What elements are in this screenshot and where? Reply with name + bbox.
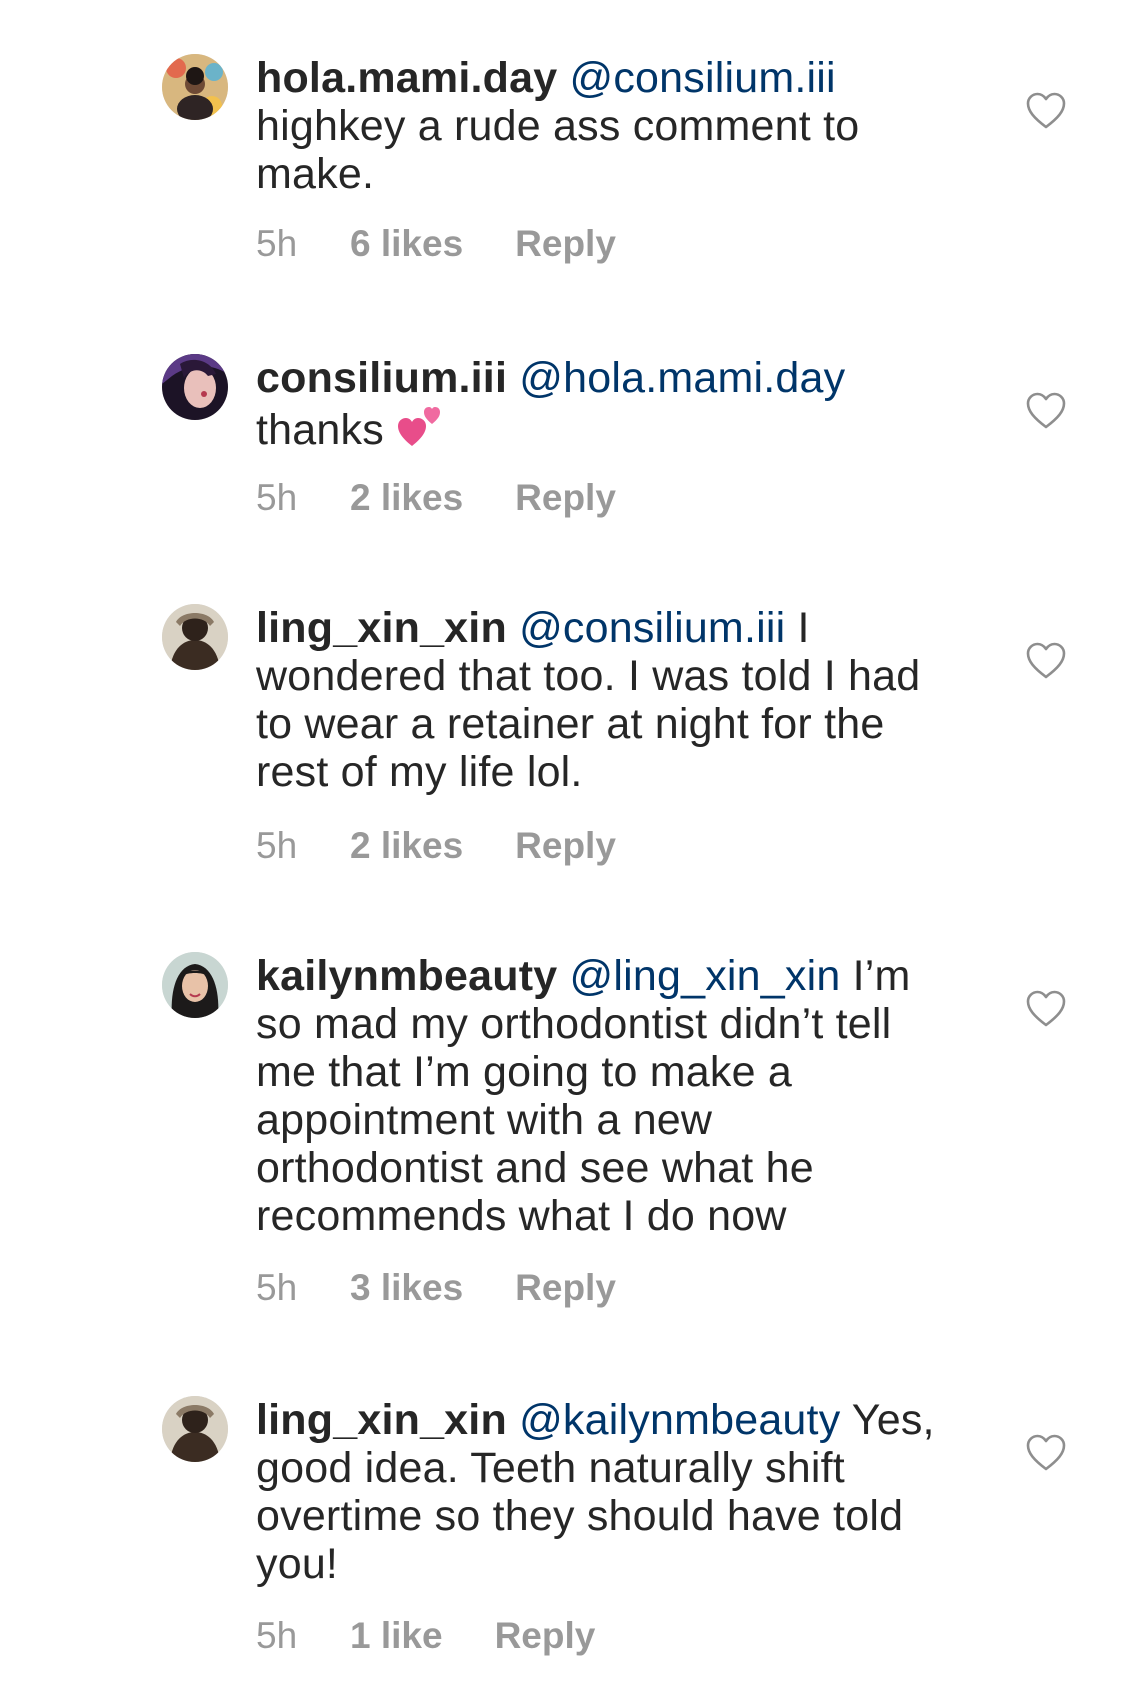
comment-time: 5h bbox=[256, 825, 298, 866]
comment-likes[interactable]: 6 likes bbox=[350, 222, 463, 266]
avatar-image bbox=[162, 1396, 228, 1462]
avatar[interactable] bbox=[162, 1396, 228, 1462]
comment-meta: 5h 2 likes Reply bbox=[256, 824, 616, 868]
reply-button[interactable]: Reply bbox=[515, 824, 616, 868]
comment-username[interactable]: ling_xin_xin bbox=[256, 1396, 507, 1444]
comment-time: 5h bbox=[256, 1267, 298, 1308]
comment-meta: 5h 3 likes Reply bbox=[256, 1266, 616, 1310]
comment-meta: 5h 6 likes Reply bbox=[256, 222, 616, 266]
avatar[interactable] bbox=[162, 354, 228, 420]
comment-body: kailynmbeauty @ling_xin_xin I’m so mad m… bbox=[256, 952, 946, 1240]
avatar-image bbox=[162, 354, 228, 420]
comment-mention[interactable]: @consilium.iii bbox=[519, 604, 785, 652]
comment-username[interactable]: kailynmbeauty bbox=[256, 952, 557, 1000]
heart-outline-icon[interactable] bbox=[1026, 392, 1066, 430]
comment-username[interactable]: ling_xin_xin bbox=[256, 604, 507, 652]
heart-outline-icon[interactable] bbox=[1026, 1434, 1066, 1472]
comment-text: thanks bbox=[256, 406, 384, 454]
comment-body: ling_xin_xin @consilium.iii I wondered t… bbox=[256, 604, 946, 796]
comment-body: consilium.iii @hola.mami.day thanks bbox=[256, 354, 946, 454]
heart-outline-icon[interactable] bbox=[1026, 92, 1066, 130]
heart-outline-icon[interactable] bbox=[1026, 642, 1066, 680]
comment-time: 5h bbox=[256, 477, 298, 518]
comment-mention[interactable]: @hola.mami.day bbox=[519, 354, 845, 402]
comment-time: 5h bbox=[256, 223, 298, 264]
comment-body: hola.mami.day @consilium.iii highkey a r… bbox=[256, 54, 946, 198]
reply-button[interactable]: Reply bbox=[515, 222, 616, 266]
two-hearts-icon bbox=[398, 407, 441, 446]
heart-outline-icon[interactable] bbox=[1026, 990, 1066, 1028]
comment-meta: 5h 2 likes Reply bbox=[256, 476, 616, 520]
avatar-image bbox=[162, 604, 228, 670]
comment-mention[interactable]: @kailynmbeauty bbox=[519, 1396, 840, 1444]
avatar[interactable] bbox=[162, 604, 228, 670]
comment-username[interactable]: hola.mami.day bbox=[256, 54, 557, 102]
comment-mention[interactable]: @ling_xin_xin bbox=[570, 952, 841, 1000]
comment-text: highkey a rude ass comment to make. bbox=[256, 102, 860, 198]
comment-body: ling_xin_xin @kailynmbeauty Yes, good id… bbox=[256, 1396, 946, 1588]
comment-likes[interactable]: 3 likes bbox=[350, 1266, 463, 1310]
reply-button[interactable]: Reply bbox=[515, 476, 616, 520]
comment-meta: 5h 1 like Reply bbox=[256, 1614, 595, 1658]
comment-username[interactable]: consilium.iii bbox=[256, 354, 507, 402]
avatar[interactable] bbox=[162, 54, 228, 120]
comment-likes[interactable]: 1 like bbox=[350, 1614, 443, 1658]
reply-button[interactable]: Reply bbox=[515, 1266, 616, 1310]
reply-button[interactable]: Reply bbox=[495, 1614, 596, 1658]
comment-mention[interactable]: @consilium.iii bbox=[569, 54, 835, 102]
avatar[interactable] bbox=[162, 952, 228, 1018]
comment-likes[interactable]: 2 likes bbox=[350, 476, 463, 520]
avatar-image bbox=[162, 54, 228, 120]
comment-likes[interactable]: 2 likes bbox=[350, 824, 463, 868]
comment-time: 5h bbox=[256, 1615, 298, 1656]
avatar-image bbox=[162, 952, 228, 1018]
